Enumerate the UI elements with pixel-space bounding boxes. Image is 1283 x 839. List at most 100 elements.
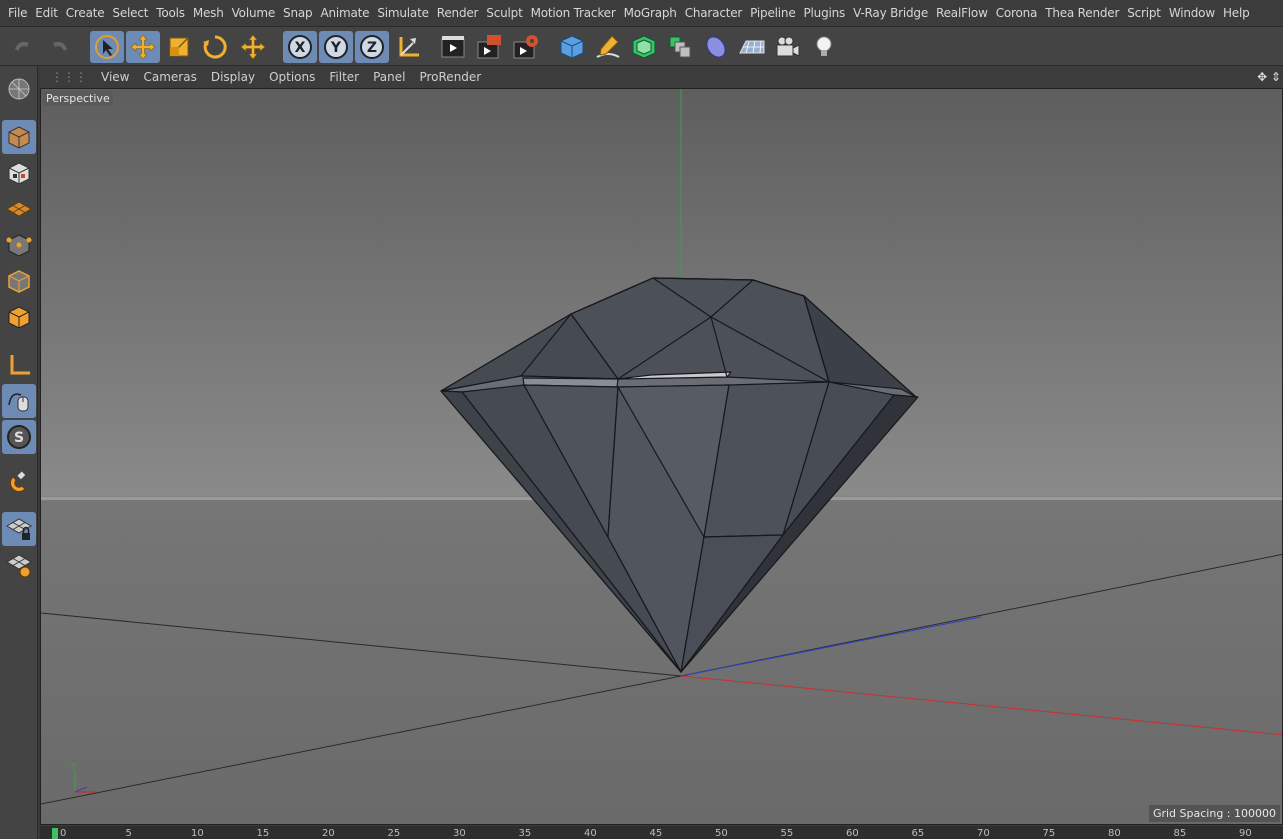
menu-script[interactable]: Script <box>1123 0 1165 26</box>
viewport-menu-filter[interactable]: Filter <box>322 70 366 84</box>
move-icon-alt <box>240 34 266 60</box>
pen-spline-button[interactable] <box>591 31 625 63</box>
menu-volume[interactable]: Volume <box>228 0 279 26</box>
move-icon <box>130 34 156 60</box>
tweak-mode-button[interactable] <box>2 384 36 418</box>
timeline-tick: 60 <box>846 828 859 839</box>
undo-button[interactable] <box>6 31 40 63</box>
render-settings-button[interactable] <box>508 31 542 63</box>
move-tool-alt-button[interactable] <box>236 31 270 63</box>
menu-tools[interactable]: Tools <box>152 0 189 26</box>
z-axis-lock-button[interactable]: Z <box>355 31 389 63</box>
polygons-mode-icon <box>8 306 30 329</box>
sculpt-brush-button[interactable] <box>2 72 36 106</box>
y-axis-lock-button[interactable]: Y <box>319 31 353 63</box>
menu-create[interactable]: Create <box>62 0 109 26</box>
floor-icon <box>739 40 765 54</box>
solo-letter: S <box>14 430 24 446</box>
subdivision-button[interactable] <box>627 31 661 63</box>
menu-v-ray-bridge[interactable]: V-Ray Bridge <box>849 0 932 26</box>
menu-snap[interactable]: Snap <box>279 0 316 26</box>
workplane-lock-icon <box>6 518 32 540</box>
points-mode-button[interactable] <box>2 228 36 262</box>
viewport-menu-options[interactable]: Options <box>262 70 322 84</box>
menu-render[interactable]: Render <box>433 0 483 26</box>
viewport-navigation-icons[interactable]: ✥ ⇕ <box>1257 70 1281 84</box>
viewport-label[interactable]: Perspective <box>43 91 113 106</box>
workplane-button[interactable] <box>2 192 36 226</box>
model-mode-button[interactable] <box>2 120 36 154</box>
x-axis-letter: X <box>295 40 306 56</box>
menu-mograph[interactable]: MoGraph <box>620 0 681 26</box>
timeline-tick: 65 <box>911 828 925 839</box>
redo-button[interactable] <box>42 31 76 63</box>
cube-button[interactable] <box>555 31 589 63</box>
menu-simulate[interactable]: Simulate <box>373 0 432 26</box>
solo-button[interactable]: S <box>2 420 36 454</box>
render-picture-viewer-icon <box>477 35 501 59</box>
floor-button[interactable] <box>735 31 769 63</box>
viewport-menu-prorender[interactable]: ProRender <box>412 70 488 84</box>
move-button[interactable] <box>126 31 160 63</box>
menu-plugins[interactable]: Plugins <box>800 0 850 26</box>
edges-mode-button[interactable] <box>2 264 36 298</box>
axis-mode-icon <box>10 355 30 375</box>
workplane-align-button[interactable] <box>2 548 36 582</box>
viewport-menu-display[interactable]: Display <box>204 70 262 84</box>
gizmo-y-label: Y <box>70 762 77 772</box>
pen-spline-icon <box>596 35 620 58</box>
axis-mode-button[interactable] <box>2 348 36 382</box>
deformer-button[interactable] <box>699 31 733 63</box>
workplane-lock-button[interactable] <box>2 512 36 546</box>
scale-button[interactable] <box>162 31 196 63</box>
light-button[interactable] <box>807 31 841 63</box>
menu-character[interactable]: Character <box>681 0 746 26</box>
snap-button[interactable] <box>2 466 36 500</box>
viewport-canvas[interactable]: Y <box>41 89 1283 825</box>
live-selection-icon <box>95 35 119 59</box>
menu-realflow[interactable]: RealFlow <box>932 0 992 26</box>
menu-motion-tracker[interactable]: Motion Tracker <box>527 0 620 26</box>
timeline-tick: 40 <box>584 828 597 839</box>
menu-select[interactable]: Select <box>108 0 152 26</box>
texture-mode-button[interactable] <box>2 156 36 190</box>
undo-icon <box>15 41 29 51</box>
viewport-menu-panel[interactable]: Panel <box>366 70 412 84</box>
x-axis-lock-button[interactable]: X <box>283 31 317 63</box>
menu-mesh[interactable]: Mesh <box>189 0 228 26</box>
array-button[interactable] <box>663 31 697 63</box>
menu-help[interactable]: Help <box>1219 0 1254 26</box>
viewport-menubar: ⋮⋮⋮ View Cameras Display Options Filter Panel P… <box>40 66 1283 88</box>
render-picture-viewer-button[interactable] <box>472 31 506 63</box>
menu-file[interactable]: File <box>4 0 31 26</box>
menu-edit[interactable]: Edit <box>31 0 61 26</box>
rotate-button[interactable] <box>198 31 232 63</box>
live-selection-button[interactable] <box>90 31 124 63</box>
timeline-ruler[interactable]: 0 5 10 15 20 25 30 35 40 45 50 55 60 65 70 75 80 85 90 <box>40 826 1283 839</box>
timeline-tick: 80 <box>1108 828 1121 839</box>
menu-thea-render[interactable]: Thea Render <box>1041 0 1123 26</box>
menu-pipeline[interactable]: Pipeline <box>746 0 799 26</box>
y-axis-lock-icon: Y <box>324 35 348 59</box>
workplane-align-icon <box>6 554 32 578</box>
timeline-tick: 15 <box>256 828 270 839</box>
polygons-mode-button[interactable] <box>2 300 36 334</box>
viewport-menu-cameras[interactable]: Cameras <box>136 70 203 84</box>
viewport-menu-view[interactable]: View <box>94 70 136 84</box>
camera-button[interactable] <box>771 31 805 63</box>
light-icon <box>816 36 832 56</box>
camera-icon <box>776 36 800 57</box>
timeline-playhead[interactable] <box>52 828 58 839</box>
subdivision-icon <box>632 35 656 59</box>
timeline-tick: 55 <box>780 828 794 839</box>
viewport-grip-icon[interactable]: ⋮⋮⋮ <box>44 70 94 84</box>
menu-corona[interactable]: Corona <box>992 0 1042 26</box>
menu-animate[interactable]: Animate <box>316 0 373 26</box>
y-axis-letter: Y <box>330 40 342 56</box>
cube-icon <box>560 35 584 59</box>
perspective-viewport[interactable]: Y Perspective Grid Spacing : 100000 <box>40 88 1283 825</box>
world-coordinate-button[interactable] <box>392 31 426 63</box>
menu-window[interactable]: Window <box>1165 0 1219 26</box>
menu-sculpt[interactable]: Sculpt <box>482 0 526 26</box>
render-view-button[interactable] <box>436 31 470 63</box>
